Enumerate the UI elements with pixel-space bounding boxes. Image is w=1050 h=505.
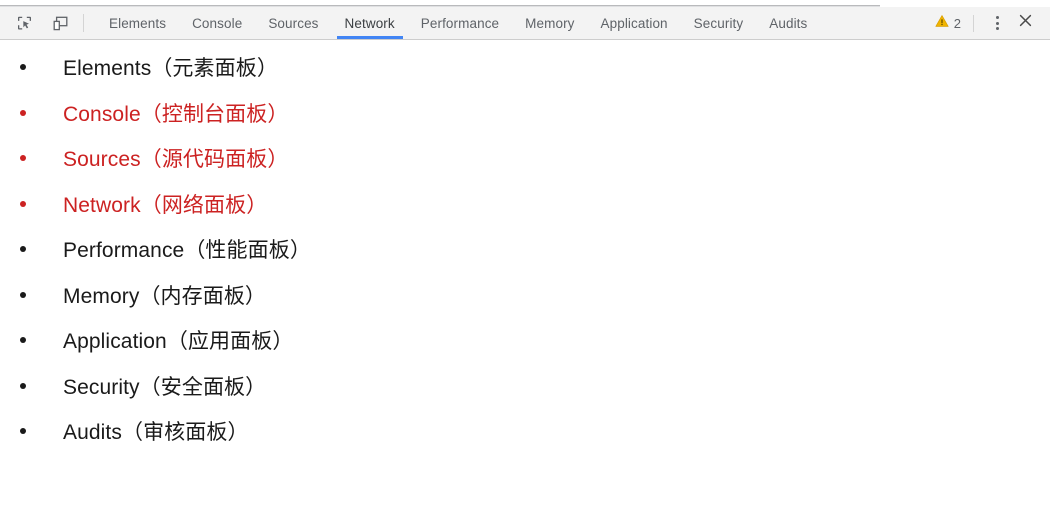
more-vertical-icon	[995, 16, 999, 30]
list-item: Console（控制台面板）	[0, 98, 1050, 144]
tab-performance[interactable]: Performance	[408, 7, 512, 39]
toolbar-tool-buttons	[0, 7, 73, 39]
tab-performance-label: Performance	[420, 15, 500, 31]
tab-elements-label: Elements	[109, 15, 167, 31]
list-bullet	[20, 337, 26, 343]
inspect-element-icon	[16, 15, 33, 32]
list-bullet	[20, 291, 26, 298]
list-item-label: Sources（源代码面板）	[63, 148, 289, 171]
list-item: Performance（性能面板）	[0, 234, 1050, 280]
list-item: Audits（审核面板）	[0, 416, 1050, 462]
more-options-button[interactable]	[984, 11, 1010, 35]
tab-elements[interactable]: Elements	[96, 7, 179, 39]
list-bullet	[20, 200, 26, 207]
list-item: Security（安全面板）	[0, 371, 1050, 417]
close-icon	[1018, 13, 1033, 33]
panel-description-list: Elements（元素面板） Console（控制台面板） Sources（源代…	[0, 52, 1050, 462]
tab-application-label: Application	[600, 15, 668, 31]
list-item-label: Elements（元素面板）	[63, 57, 278, 80]
list-item-label: Performance（性能面板）	[63, 239, 311, 262]
list-bullet	[20, 109, 26, 116]
list-item-label: Security（安全面板）	[63, 375, 267, 399]
tab-audits-label: Audits	[769, 15, 808, 31]
list-item-label: Application（应用面板）	[63, 330, 294, 353]
devtools-toolbar: Elements Console Sources Network Perform…	[0, 7, 1050, 40]
list-bullet	[20, 246, 26, 252]
list-item: Network（网络面板）	[0, 189, 1050, 235]
list-bullet	[20, 428, 26, 434]
tab-memory[interactable]: Memory	[512, 7, 587, 39]
toolbar-right-controls: 2	[931, 7, 1050, 39]
inspect-element-button[interactable]	[11, 11, 37, 35]
list-item-label: Audits（审核面板）	[63, 421, 249, 444]
tab-sources-label: Sources	[268, 15, 319, 31]
tab-console[interactable]: Console	[179, 7, 255, 39]
tab-security-label: Security	[693, 15, 744, 31]
warning-triangle-icon	[935, 14, 949, 33]
warning-badge[interactable]: 2	[931, 14, 965, 33]
tab-audits[interactable]: Audits	[756, 7, 820, 39]
list-item-label: Memory（内存面板）	[63, 284, 267, 308]
tab-sources[interactable]: Sources	[255, 7, 331, 39]
list-item: Application（应用面板）	[0, 325, 1050, 371]
list-item: Sources（源代码面板）	[0, 143, 1050, 189]
tab-console-label: Console	[192, 15, 243, 31]
list-bullet	[20, 155, 26, 161]
panel-tab-strip: Elements Console Sources Network Perform…	[96, 7, 931, 39]
toolbar-right-divider	[973, 14, 974, 32]
warning-count: 2	[953, 15, 961, 31]
list-item-label: Console（控制台面板）	[63, 102, 289, 126]
list-bullet	[20, 382, 26, 389]
list-item: Memory（内存面板）	[0, 280, 1050, 326]
device-toolbar-icon	[52, 15, 69, 32]
tab-memory-label: Memory	[525, 15, 575, 31]
close-devtools-button[interactable]	[1012, 11, 1038, 35]
device-toolbar-button[interactable]	[47, 11, 73, 35]
tab-application[interactable]: Application	[588, 7, 681, 39]
list-item-label: Network（网络面板）	[63, 193, 268, 217]
tab-network-label: Network	[344, 15, 395, 31]
list-bullet	[20, 64, 26, 70]
list-item: Elements（元素面板）	[0, 52, 1050, 98]
tab-security[interactable]: Security	[681, 7, 757, 39]
toolbar-divider	[83, 14, 84, 32]
tab-network[interactable]: Network	[332, 7, 408, 39]
